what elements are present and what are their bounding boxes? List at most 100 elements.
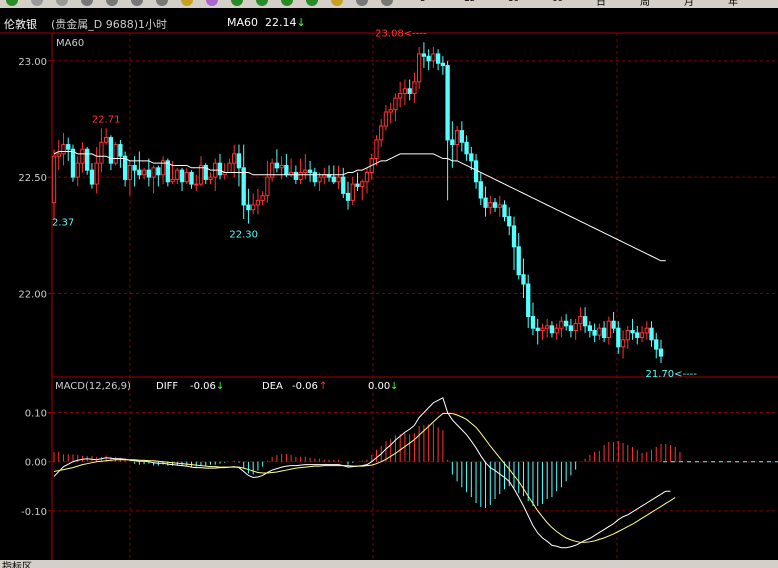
candle-body (649, 327, 654, 341)
indicator-area-label[interactable]: 指标区 (2, 560, 32, 568)
diff-arrow-icon: ↓ (216, 381, 224, 392)
candle-body (597, 327, 602, 336)
candle-body (431, 53, 436, 62)
candle-body (170, 178, 175, 183)
candle-body (132, 164, 137, 171)
candle-body (336, 176, 341, 183)
ma60-line (53, 151, 666, 262)
candle-body (331, 176, 336, 183)
candle-body (246, 204, 251, 211)
candle-body (393, 97, 398, 111)
candle-body (398, 92, 403, 99)
candle-body (151, 167, 156, 178)
candle-body (435, 53, 441, 64)
diff-label: DIFF (156, 381, 178, 392)
candle-body (236, 153, 242, 169)
price-annotation: 2.37 (52, 217, 74, 228)
candle-body (184, 171, 189, 183)
candle-body (545, 325, 550, 329)
macd-tick-label: 0.00 (25, 458, 47, 469)
candle-body (66, 144, 71, 150)
price-annotation: 22.30 (229, 230, 258, 241)
macd-value: 0.00 (368, 381, 390, 392)
candle-body (611, 320, 616, 329)
candle-body (61, 144, 66, 155)
candle-body (421, 53, 427, 57)
candle-body (616, 327, 621, 348)
candle-body (194, 183, 199, 186)
price-tick-label: 22.00 (18, 289, 47, 300)
candle-body (179, 169, 185, 183)
candle-body (654, 339, 659, 350)
price-panel-label: MA60 (56, 38, 84, 49)
candle-body (601, 327, 607, 338)
candle-body (402, 88, 408, 94)
candle-body (312, 171, 317, 183)
price-annotation: 22.71 (92, 114, 121, 125)
candle-body (99, 141, 104, 164)
candle-body (241, 167, 246, 206)
candle-body (516, 246, 521, 276)
candle-body (303, 169, 308, 173)
candle-body (355, 183, 360, 187)
candle-body (606, 320, 611, 338)
candle-body (644, 327, 649, 334)
candle-body (189, 171, 194, 185)
candle-body (483, 197, 488, 208)
candle-body (208, 176, 213, 180)
candle-body (625, 330, 630, 341)
candle-body (293, 171, 299, 180)
candle-body (118, 144, 123, 157)
candle-body (488, 202, 493, 208)
candle-body (345, 192, 351, 201)
candle-body (141, 169, 147, 176)
candle-body (464, 141, 469, 155)
candle-body (379, 125, 384, 141)
candle-body (108, 137, 114, 164)
price-annotation: 21.70<---- (645, 369, 697, 380)
candle-body (307, 169, 313, 173)
candle-body (497, 204, 502, 208)
candle-body (137, 169, 142, 176)
candle-body (227, 162, 232, 173)
candle-body (75, 162, 80, 178)
candle-body (492, 202, 498, 208)
price-tick-label: 22.50 (18, 173, 47, 184)
candle-body (535, 327, 540, 332)
price-tick-label: 23.00 (18, 57, 47, 68)
candle-body (635, 332, 640, 338)
diff-line (53, 397, 671, 549)
kline-chart[interactable]: MA6022.0022.5023.0010/2010/2111/09/0422.… (0, 0, 778, 560)
candle-body (454, 130, 460, 146)
candle-body (587, 325, 593, 332)
candle-body (284, 164, 289, 176)
candle-body (582, 316, 588, 327)
candle-body (578, 316, 583, 325)
candle-body (426, 55, 431, 62)
macd-arrow-icon: ↓ (390, 381, 398, 392)
candle-body (530, 316, 536, 329)
candle-body (630, 330, 635, 334)
candle-body (620, 339, 626, 348)
candle-body (265, 176, 270, 197)
candle-body (521, 274, 526, 285)
dea-label: DEA (262, 381, 283, 392)
candle-body (279, 164, 284, 169)
candle-body (51, 155, 57, 204)
candle-body (459, 130, 464, 143)
candle-body (502, 204, 507, 218)
candle-body (440, 62, 446, 67)
candle-body (507, 216, 512, 227)
dea-arrow-icon: ↑ (319, 381, 327, 392)
candle-body (658, 348, 664, 357)
candle-body (104, 137, 109, 143)
candle-body (113, 144, 118, 164)
candle-body (469, 153, 474, 162)
candle-body (407, 88, 412, 94)
macd-label: MACD(12,26,9) (55, 381, 131, 392)
candle-body (559, 320, 564, 329)
candle-body (298, 171, 303, 180)
candle-body (85, 148, 90, 171)
candle-body (255, 199, 261, 206)
candle-body (175, 169, 180, 180)
